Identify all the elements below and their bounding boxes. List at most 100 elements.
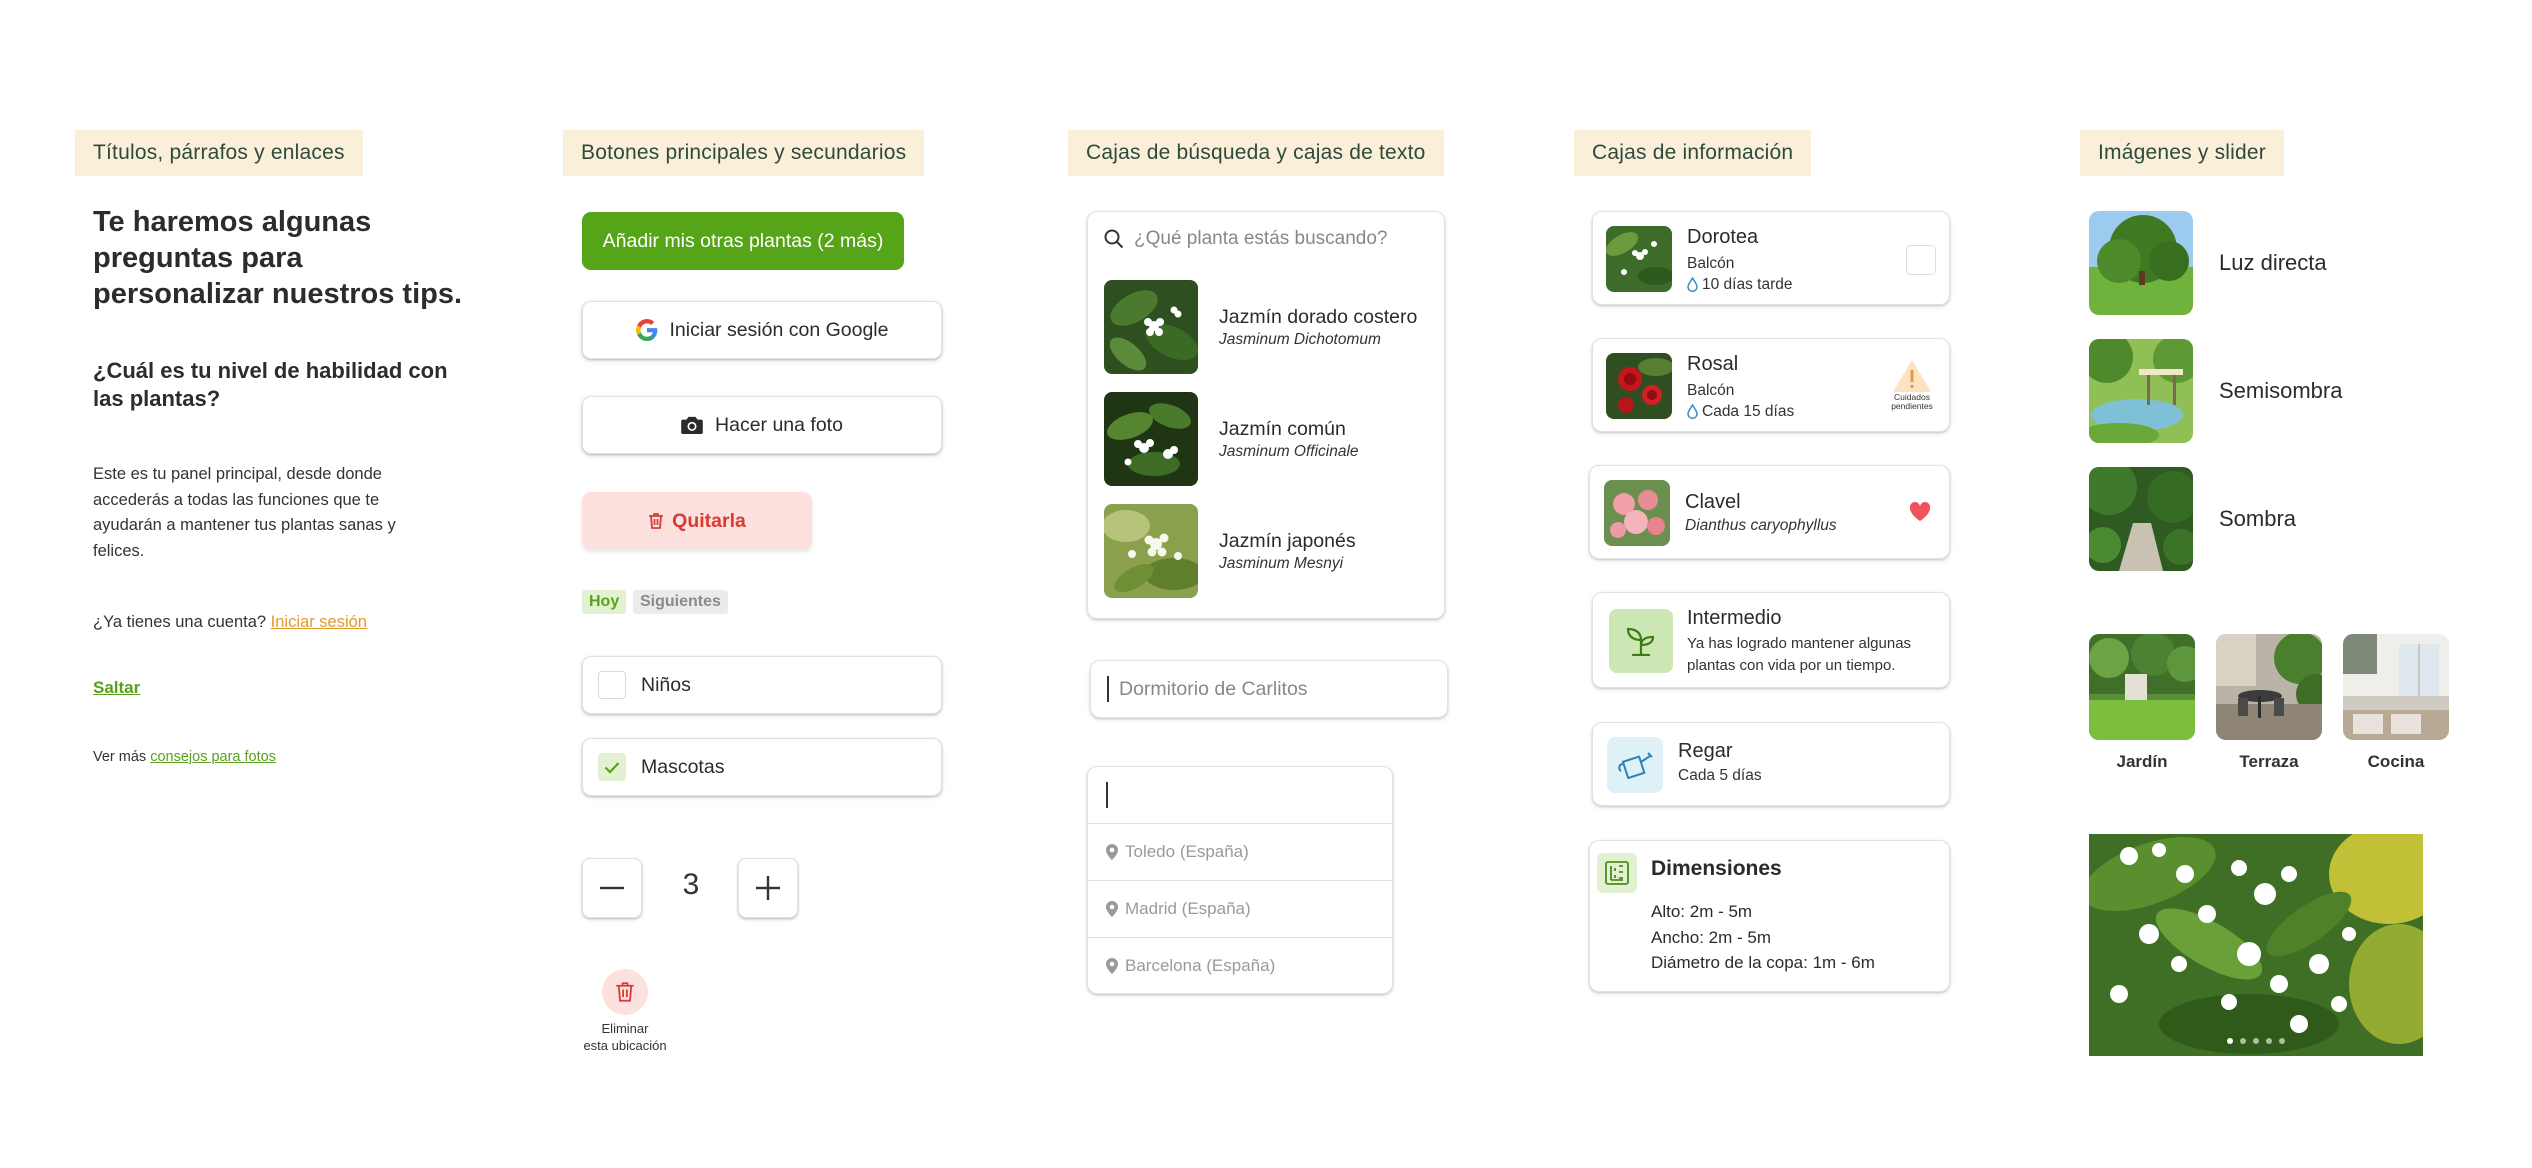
take-photo-button[interactable]: Hacer una foto xyxy=(582,396,942,454)
plant-search-card: ¿Qué planta estás buscando? Jazmín dorad… xyxy=(1087,211,1445,619)
google-login-button[interactable]: Iniciar sesión con Google xyxy=(582,301,942,359)
search-result-item[interactable]: Jazmín común Jasminum Officinale xyxy=(1104,392,1434,486)
dimensions-list: Alto: 2m - 5m Ancho: 2m - 5m Diámetro de… xyxy=(1651,899,1875,976)
light-option-image xyxy=(2089,339,2193,443)
watering-title: Regar xyxy=(1678,740,1733,762)
plant-watering-text: 10 días tarde xyxy=(1702,276,1793,293)
search-result-item[interactable]: Jazmín japonés Jasminum Mesnyi xyxy=(1104,504,1434,598)
room-option-image xyxy=(2216,634,2322,740)
plant-watering-status: 10 días tarde xyxy=(1687,274,1792,295)
light-option[interactable]: Sombra xyxy=(2089,467,2389,571)
plant-watering-status: Cada 15 días xyxy=(1687,401,1794,422)
account-prompt-text: ¿Ya tienes una cuenta? xyxy=(93,613,267,631)
plant-select-checkbox[interactable] xyxy=(1906,245,1936,275)
body-paragraph: Este es tu panel principal, desde donde … xyxy=(93,465,396,560)
search-result-item[interactable]: Jazmín dorado costero Jasminum Dichotomu… xyxy=(1104,280,1434,374)
children-option[interactable]: Niños xyxy=(582,656,942,714)
section-label-buttons: Botones principales y secundarios xyxy=(563,130,925,176)
text-caret xyxy=(1106,782,1108,808)
plant-card[interactable]: Rosal Balcón Cada 15 días Cuidados pendi… xyxy=(1592,338,1950,432)
plant-name: Dorotea xyxy=(1687,226,1759,248)
pets-checkbox[interactable] xyxy=(598,753,626,781)
sprout-icon xyxy=(1626,627,1655,656)
add-plants-button[interactable]: Añadir mis otras plantas (2 más) xyxy=(582,212,904,270)
room-option[interactable]: Jardín xyxy=(2089,634,2195,772)
children-checkbox[interactable] xyxy=(598,671,626,699)
see-more-text: Ver más xyxy=(93,749,147,765)
location-option[interactable]: Toledo (España) xyxy=(1088,823,1392,880)
slider-dot-active[interactable] xyxy=(2227,1038,2233,1044)
light-option-label: Semisombra xyxy=(2219,378,2343,403)
take-photo-label: Hacer una foto xyxy=(715,413,843,436)
plant-scientific-name: Jasminum Mesnyi xyxy=(1219,555,1344,572)
remove-button[interactable]: Quitarla xyxy=(582,492,812,550)
increment-button[interactable] xyxy=(738,858,798,918)
location-pin-icon xyxy=(1106,958,1118,974)
plant-location: Balcón xyxy=(1687,382,1735,399)
trash-icon xyxy=(616,982,634,1002)
plant-scientific-name: Jasminum Dichotomum xyxy=(1219,331,1381,348)
light-option-label: Sombra xyxy=(2219,506,2297,531)
dimension-crown: Diámetro de la copa: 1m - 6m xyxy=(1651,953,1875,972)
location-pin-icon xyxy=(1106,901,1118,917)
room-option-label: Jardín xyxy=(2116,752,2168,771)
measure-icon-box xyxy=(1597,853,1637,893)
plant-photo xyxy=(1606,353,1672,419)
pets-option[interactable]: Mascotas xyxy=(582,738,942,796)
room-option[interactable]: Terraza xyxy=(2216,634,2322,772)
slider-dot[interactable] xyxy=(2279,1038,2285,1044)
location-option-label: Toledo (España) xyxy=(1125,842,1249,861)
room-option[interactable]: Cocina xyxy=(2343,634,2449,772)
plant-scientific-name: Jasminum Officinale xyxy=(1219,443,1359,460)
remove-label: Quitarla xyxy=(672,509,746,532)
section-label-info: Cajas de información xyxy=(1574,130,1812,176)
section-label-typography: Títulos, párrafos y enlaces xyxy=(75,130,363,176)
tab-today[interactable]: Hoy xyxy=(582,590,627,614)
photo-tips-link[interactable]: consejos para fotos xyxy=(150,749,276,765)
favorite-button[interactable] xyxy=(1909,501,1931,527)
camera-icon xyxy=(681,416,703,434)
image-slider[interactable] xyxy=(2089,834,2423,1056)
warning-icon xyxy=(1893,360,1931,392)
plant-card[interactable]: Dorotea Balcón 10 días tarde xyxy=(1592,211,1950,305)
skill-level-description: Ya has logrado mantener algunas plantas … xyxy=(1687,635,1912,674)
location-option[interactable]: Barcelona (España) xyxy=(1088,937,1392,993)
light-option-label: Luz directa xyxy=(2219,250,2327,275)
google-login-label: Iniciar sesión con Google xyxy=(669,318,889,341)
location-option[interactable]: Madrid (España) xyxy=(1088,880,1392,937)
plant-scientific-name: Dianthus caryophyllus xyxy=(1685,517,1837,534)
login-link[interactable]: Iniciar sesión xyxy=(271,613,367,631)
pending-care-line2: pendientes xyxy=(1891,401,1933,411)
delete-location-label: Eliminar esta ubicación xyxy=(575,1020,675,1054)
plant-thumbnail xyxy=(1104,392,1198,486)
sprout-icon-box xyxy=(1609,609,1673,673)
pending-care-badge: Cuidados pendientes xyxy=(1882,359,1942,419)
location-option-label: Barcelona (España) xyxy=(1125,956,1276,975)
slider-dot[interactable] xyxy=(2240,1038,2246,1044)
plant-name: Clavel xyxy=(1685,491,1741,513)
slider-dots xyxy=(2089,1038,2423,1044)
search-field[interactable]: ¿Qué planta estás buscando? xyxy=(1104,224,1434,254)
dimension-height: Alto: 2m - 5m xyxy=(1651,902,1753,921)
location-input[interactable] xyxy=(1088,767,1392,823)
decrement-button[interactable] xyxy=(582,858,642,918)
delete-location-button[interactable] xyxy=(602,969,648,1015)
slider-dot[interactable] xyxy=(2266,1038,2272,1044)
watering-card[interactable]: Regar Cada 5 días xyxy=(1592,722,1950,806)
watering-can-icon-box xyxy=(1607,737,1663,793)
skill-level-card[interactable]: Intermedio Ya has logrado mantener algun… xyxy=(1592,592,1950,688)
room-name-input[interactable]: Dormitorio de Carlitos xyxy=(1090,660,1448,718)
plant-name: Rosal xyxy=(1687,353,1739,375)
light-option[interactable]: Luz directa xyxy=(2089,211,2389,315)
slider-dot[interactable] xyxy=(2253,1038,2259,1044)
light-option[interactable]: Semisombra xyxy=(2089,339,2389,443)
skill-level-title: Intermedio xyxy=(1687,607,1782,629)
tab-next[interactable]: Siguientes xyxy=(633,590,728,614)
search-icon xyxy=(1104,229,1124,249)
light-option-image xyxy=(2089,467,2193,571)
plant-name: Jazmín japonés xyxy=(1219,530,1356,552)
plant-card[interactable]: Clavel Dianthus caryophyllus xyxy=(1589,465,1950,559)
room-option-image xyxy=(2089,634,2195,740)
page-title: Te haremos algunas preguntas para person… xyxy=(93,206,463,310)
skip-link[interactable]: Saltar xyxy=(93,678,140,698)
